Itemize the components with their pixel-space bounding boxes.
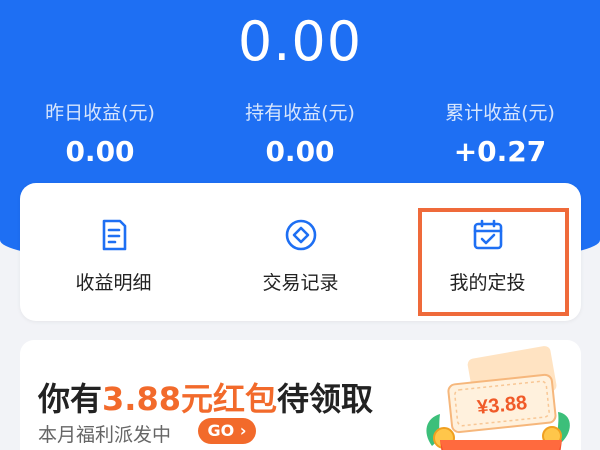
headline-amount: 3.88元红包 [102,380,277,418]
promo-subtitle: 本月福利派发中 [38,424,172,446]
stat-value: +0.27 [453,135,547,168]
stat-cumulative: 累计收益(元) +0.27 [400,98,600,168]
my-auto-invest-button[interactable]: 我的定投 [394,183,581,321]
go-label: GO [207,421,235,440]
document-icon [102,219,127,251]
red-packet-banner[interactable]: 你有3.88元红包待领取 本月福利派发中 GO › ¥3.88 [20,340,581,450]
total-value: 0.00 [237,10,363,73]
go-button[interactable]: GO › [198,418,256,444]
stat-value: 0.00 [265,135,335,168]
headline-prefix: 你有 [38,380,103,418]
calendar-check-icon [473,219,503,250]
red-packet-illustration: ¥3.88 [426,346,570,450]
earnings-detail-button[interactable]: 收益明细 [20,183,207,321]
action-label: 我的定投 [449,272,526,294]
promo-headline: 你有3.88元红包待领取 [38,374,373,420]
stat-value: 0.00 [65,135,135,168]
stat-label: 昨日收益(元) [45,102,155,124]
stat-yesterday: 昨日收益(元) 0.00 [0,98,200,168]
stat-holding: 持有收益(元) 0.00 [200,98,400,168]
transaction-history-button[interactable]: 交易记录 [207,183,394,321]
action-label: 收益明细 [75,272,152,294]
stat-label: 累计收益(元) [445,102,555,124]
quick-actions-card: 收益明细 交易记录 我的定投 [20,183,581,321]
diamond-icon [285,219,317,251]
headline-suffix: 待领取 [276,380,373,418]
action-label: 交易记录 [262,272,339,294]
stat-label: 持有收益(元) [245,102,355,124]
